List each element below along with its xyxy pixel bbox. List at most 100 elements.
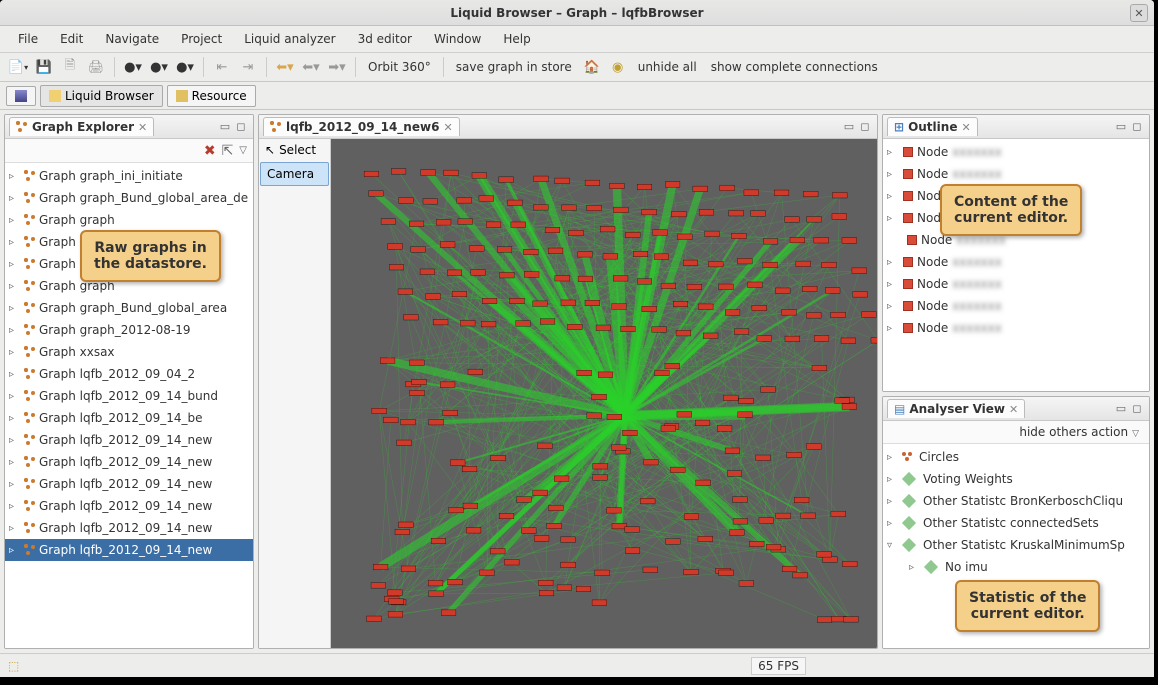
analyser-child-item[interactable]: ▹No imu (883, 556, 1149, 578)
expand-arrow-icon[interactable]: ▹ (9, 501, 21, 512)
save-button[interactable]: 💾 (32, 56, 56, 78)
close-tab-icon[interactable]: ✕ (1009, 403, 1018, 416)
outline-item[interactable]: ▹Node xxxxxxx (883, 163, 1149, 185)
explorer-item[interactable]: ▹Graph graph_2012-08-19 (5, 319, 253, 341)
expand-arrow-icon[interactable]: ▹ (9, 171, 21, 182)
expand-arrow-icon[interactable]: ▹ (9, 391, 21, 402)
collapse-icon[interactable]: ⇱ (222, 143, 234, 159)
show-connections-button[interactable]: show complete connections (705, 60, 884, 74)
expand-arrow-icon[interactable]: ▹ (887, 518, 899, 529)
expand-arrow-icon[interactable]: ▹ (9, 325, 21, 336)
expand-arrow-icon[interactable]: ▹ (9, 435, 21, 446)
expand-arrow-icon[interactable]: ▹ (9, 479, 21, 490)
run-button[interactable]: ●▾ (147, 56, 171, 78)
perspective-resource[interactable]: Resource (167, 85, 256, 107)
minimize-view-button[interactable]: ▭ (1113, 401, 1129, 417)
expand-arrow-icon[interactable]: ▹ (9, 215, 21, 226)
analyser-item[interactable]: ▹Voting Weights (883, 468, 1149, 490)
explorer-item[interactable]: ▹Graph lqfb_2012_09_14_new (5, 495, 253, 517)
menu-liquid-analyzer[interactable]: Liquid analyzer (234, 28, 345, 50)
analyser-item[interactable]: ▹Other Statistc connectedSets (883, 512, 1149, 534)
back-button[interactable]: ⬅▾ (299, 56, 323, 78)
close-tab-icon[interactable]: ✕ (961, 121, 970, 134)
new-button[interactable]: 📄▾ (6, 56, 30, 78)
explorer-item[interactable]: ▹Graph graph_Bund_global_area (5, 297, 253, 319)
menu-dropdown-icon[interactable]: ▽ (239, 145, 247, 156)
explorer-item[interactable]: ▹Graph lqfb_2012_09_14_new (5, 473, 253, 495)
print-button[interactable]: 🖨 (84, 56, 108, 78)
expand-arrow-icon[interactable]: ▿ (887, 540, 899, 551)
store-icon[interactable]: 🏠 (580, 56, 604, 78)
forward-button[interactable]: ➡▾ (325, 56, 349, 78)
debug-button[interactable]: ●▾ (121, 56, 145, 78)
analyser-tab[interactable]: ▤ Analyser View ✕ (887, 399, 1025, 418)
expand-arrow-icon[interactable]: ▹ (887, 147, 899, 158)
menu-project[interactable]: Project (171, 28, 232, 50)
ext-tools-button[interactable]: ●▾ (173, 56, 197, 78)
outline-item[interactable]: ▹Node xxxxxxx (883, 251, 1149, 273)
select-tool[interactable]: ↖Select (259, 139, 330, 161)
editor-tab[interactable]: lqfb_2012_09_14_new6 ✕ (263, 117, 460, 136)
explorer-item[interactable]: ▹Graph graph_ini_initiate (5, 165, 253, 187)
maximize-view-button[interactable]: ◻ (1129, 119, 1145, 135)
expand-arrow-icon[interactable]: ▹ (9, 369, 21, 380)
menu-file[interactable]: File (8, 28, 48, 50)
expand-arrow-icon[interactable]: ▹ (9, 413, 21, 424)
explorer-item[interactable]: ▹Graph graph_Bund_global_area_de (5, 187, 253, 209)
outline-item[interactable]: ▹Node xxxxxxx (883, 141, 1149, 163)
expand-arrow-icon[interactable]: ▹ (887, 279, 899, 290)
explorer-item[interactable]: ▹Graph xxsax (5, 341, 253, 363)
expand-arrow-icon[interactable]: ▹ (9, 193, 21, 204)
graph-explorer-tab[interactable]: Graph Explorer ✕ (9, 117, 154, 136)
close-tab-icon[interactable]: ✕ (138, 121, 147, 134)
refresh-icon[interactable]: ◉ (606, 56, 630, 78)
minimize-view-button[interactable]: ▭ (217, 119, 233, 135)
expand-arrow-icon[interactable]: ▹ (9, 457, 21, 468)
expand-arrow-icon[interactable]: ▹ (887, 213, 899, 224)
expand-arrow-icon[interactable]: ▹ (9, 523, 21, 534)
analyser-item[interactable]: ▿Other Statistc KruskalMinimumSp (883, 534, 1149, 556)
expand-arrow-icon[interactable]: ▹ (887, 257, 899, 268)
expand-arrow-icon[interactable]: ▹ (9, 545, 21, 556)
explorer-item[interactable]: ▹Graph lqfb_2012_09_14_bund (5, 385, 253, 407)
menu-3d-editor[interactable]: 3d editor (348, 28, 422, 50)
hide-others-action[interactable]: hide others action▽ (883, 421, 1149, 444)
explorer-item[interactable]: ▹Graph lqfb_2012_09_14_new (5, 429, 253, 451)
explorer-item[interactable]: ▹Graph lqfb_2012_09_14_new (5, 517, 253, 539)
expand-arrow-icon[interactable]: ▹ (9, 259, 21, 270)
menu-help[interactable]: Help (493, 28, 540, 50)
expand-arrow-icon[interactable]: ▹ (887, 323, 899, 334)
outline-item[interactable]: ▹Node xxxxxxx (883, 295, 1149, 317)
outline-tab[interactable]: ⊞ Outline ✕ (887, 117, 978, 136)
expand-arrow-icon[interactable]: ▹ (909, 562, 921, 573)
save-graph-button[interactable]: save graph in store (450, 60, 578, 74)
close-tab-icon[interactable]: ✕ (443, 121, 452, 134)
open-perspective-button[interactable] (6, 86, 36, 106)
menu-edit[interactable]: Edit (50, 28, 93, 50)
expand-arrow-icon[interactable]: ▹ (887, 474, 899, 485)
menu-window[interactable]: Window (424, 28, 491, 50)
expand-arrow-icon[interactable]: ▹ (887, 496, 899, 507)
expand-arrow-icon[interactable]: ▹ (9, 303, 21, 314)
nav-button-1[interactable]: ⇤ (210, 56, 234, 78)
explorer-item[interactable]: ▹Graph lqfb_2012_09_14_be (5, 407, 253, 429)
expand-arrow-icon[interactable]: ▹ (9, 237, 21, 248)
minimize-view-button[interactable]: ▭ (1113, 119, 1129, 135)
minimize-view-button[interactable]: ▭ (841, 119, 857, 135)
analyser-item[interactable]: ▹Other Statistc BronKerboschCliqu (883, 490, 1149, 512)
maximize-view-button[interactable]: ◻ (233, 119, 249, 135)
analyser-item[interactable]: ▹Circles (883, 446, 1149, 468)
maximize-view-button[interactable]: ◻ (857, 119, 873, 135)
expand-arrow-icon[interactable]: ▹ (887, 452, 899, 463)
explorer-item[interactable]: ▹Graph graph (5, 209, 253, 231)
maximize-view-button[interactable]: ◻ (1129, 401, 1145, 417)
expand-arrow-icon[interactable]: ▹ (887, 191, 899, 202)
save-all-button[interactable]: 🗎 (58, 56, 82, 78)
back-history-button[interactable]: ⬅▾ (273, 56, 297, 78)
orbit-button[interactable]: Orbit 360° (362, 60, 437, 74)
expand-arrow-icon[interactable]: ▹ (9, 281, 21, 292)
explorer-item[interactable]: ▹Graph lqfb_2012_09_14_new (5, 539, 253, 561)
perspective-liquid-browser[interactable]: Liquid Browser (40, 85, 163, 107)
delete-icon[interactable]: ✖ (204, 143, 216, 159)
outline-item[interactable]: ▹Node xxxxxxx (883, 317, 1149, 339)
